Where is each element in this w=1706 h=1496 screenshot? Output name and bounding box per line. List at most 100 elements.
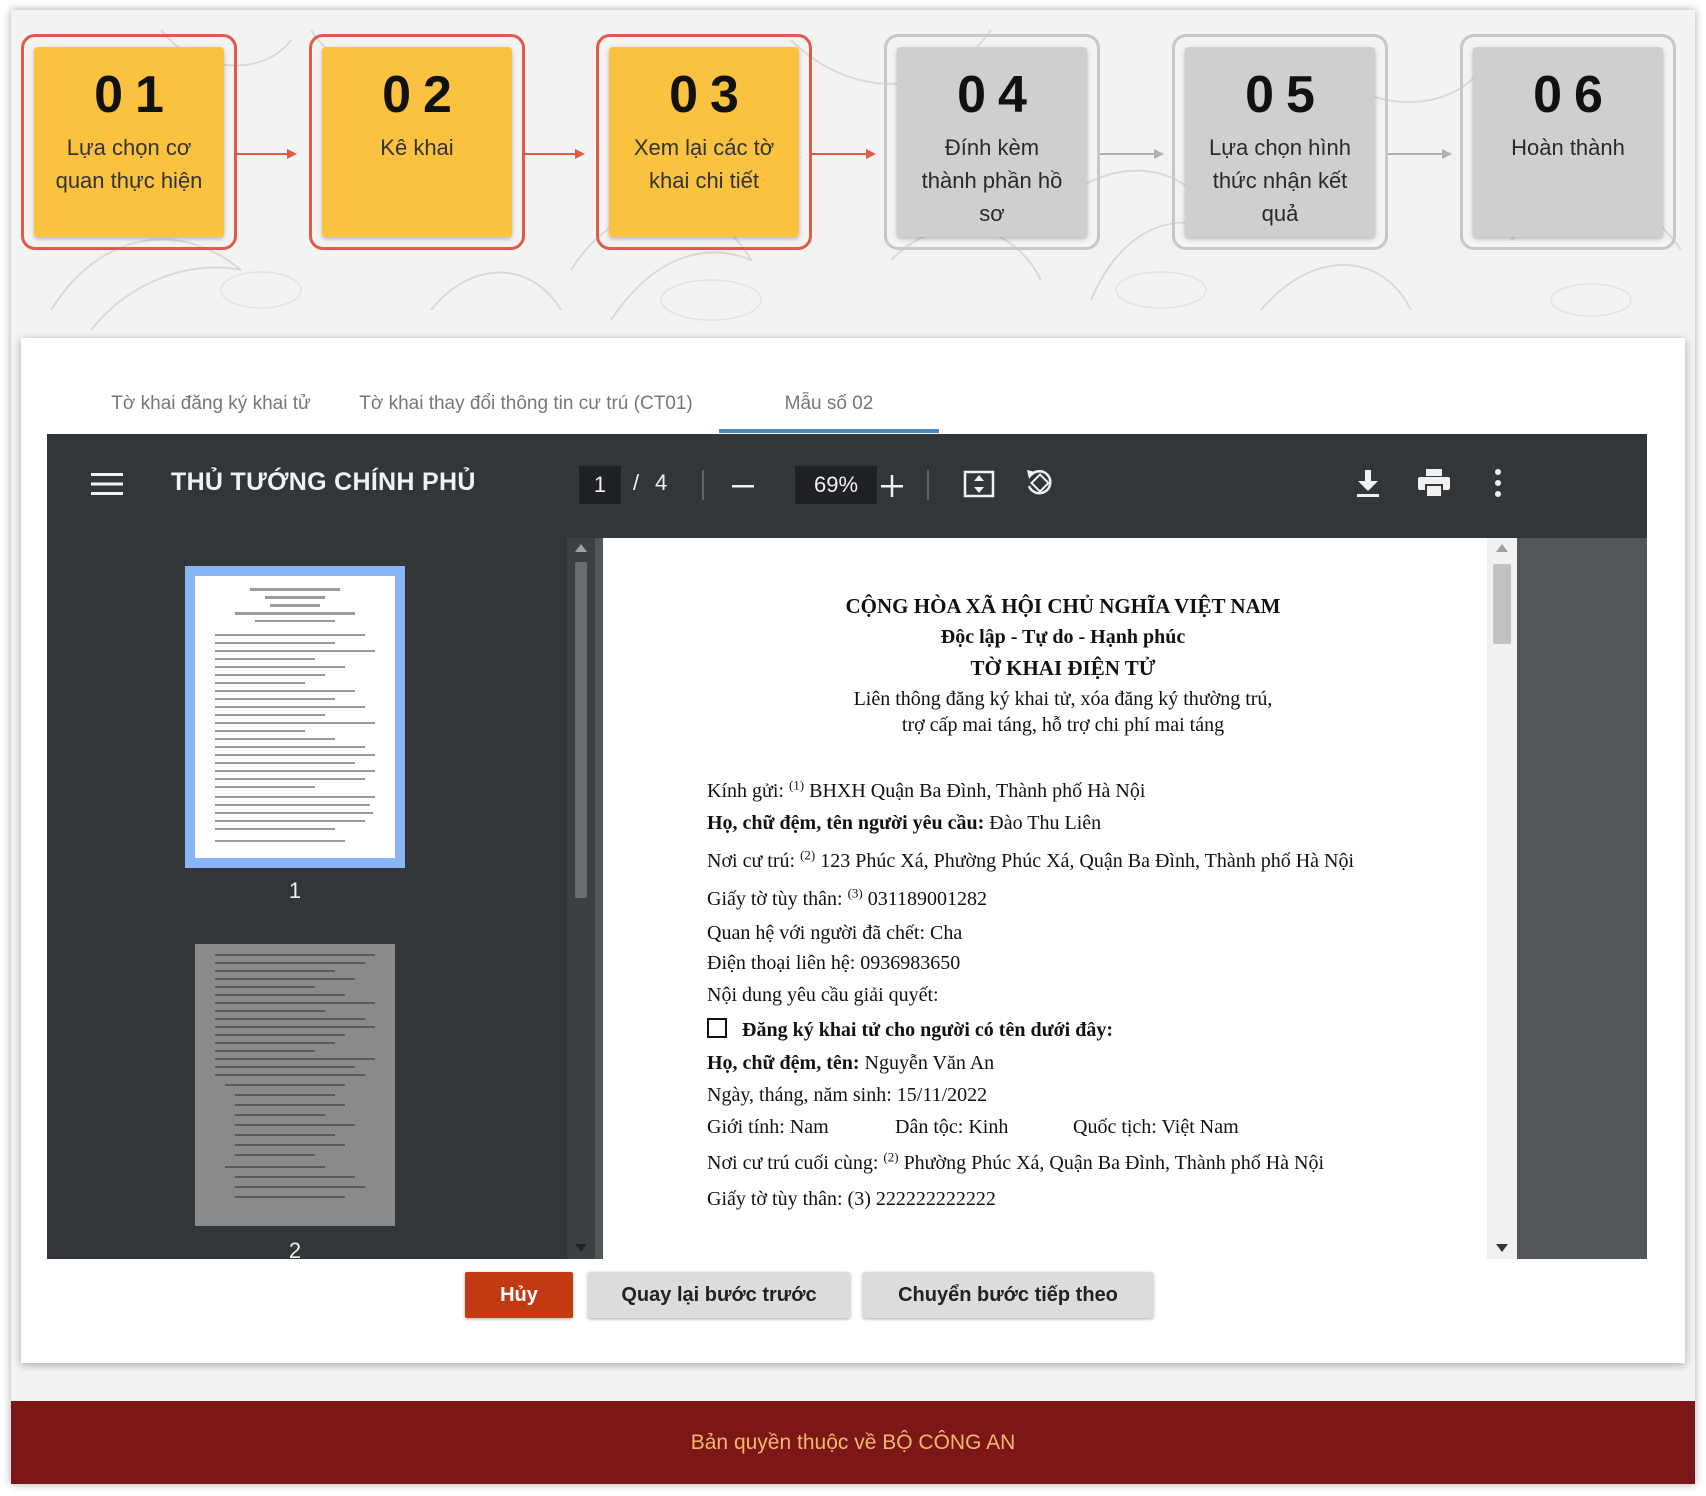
doc-subtitle-line2: trợ cấp mai táng, hỗ trợ chi phí mai tán…: [901, 714, 1225, 736]
requester-value: Đào Thu Liên: [989, 812, 1102, 834]
download-icon[interactable]: [1355, 468, 1381, 498]
gender-line: Giới tính: Nam: [707, 1116, 829, 1139]
toolbar-divider: [927, 470, 929, 500]
previous-step-button[interactable]: Quay lại bước trước: [588, 1272, 850, 1318]
cancel-button[interactable]: Hủy: [465, 1272, 573, 1318]
request-content-label: Nội dung yêu cầu giải quyết:: [707, 984, 939, 1006]
step-box: 04 Đính kèm thành phần hồ sơ: [897, 47, 1087, 237]
step-label: Đính kèm thành phần hồ sơ: [921, 135, 1063, 226]
scroll-down-icon[interactable]: [575, 1244, 587, 1252]
deceased-name-line: Họ, chữ đệm, tên: Nguyễn Văn An: [707, 1052, 994, 1075]
phone-value: 0936983650: [860, 952, 961, 974]
pdf-scrollbar[interactable]: [1487, 538, 1517, 1259]
recipient-label: Kính gửi:: [707, 780, 784, 802]
partial-line: Giấy tờ tùy thân: (3) 222222222222: [707, 1188, 996, 1210]
fit-page-icon[interactable]: [963, 468, 995, 500]
thumbnail-label: 1: [288, 878, 302, 903]
thumbnail-label: 2: [288, 1238, 302, 1259]
step-number: 04: [957, 66, 1039, 124]
deceased-name-label: Họ, chữ đệm, tên:: [707, 1052, 860, 1074]
thumbnail-page-2[interactable]: [195, 944, 395, 1226]
checkbox[interactable]: [707, 1018, 727, 1038]
app-frame: 01 Lựa chọn cơ quan thực hiện 02 Kê khai…: [11, 10, 1695, 1484]
pdf-viewer: THỦ TƯỚNG CHÍNH PHỦ 1 / 4 69% 1 2 CỘNG H…: [47, 434, 1647, 1259]
dob-line: Ngày, tháng, năm sinh: 15/11/2022: [707, 1084, 987, 1107]
scrollbar-thumb[interactable]: [1493, 564, 1511, 644]
step-box: 01 Lựa chọn cơ quan thực hiện: [34, 47, 224, 237]
scroll-up-icon[interactable]: [1496, 544, 1508, 552]
nationality-value: Việt Nam: [1161, 1116, 1239, 1138]
dob-value: 15/11/2022: [896, 1084, 988, 1106]
id-value: 031189001282: [867, 888, 987, 910]
step-number: 01: [94, 66, 176, 124]
form-card: Tờ khai đăng ký khai tử Tờ khai thay đổi…: [21, 338, 1685, 1363]
next-step-button[interactable]: Chuyển bước tiếp theo: [863, 1272, 1153, 1318]
rotate-icon[interactable]: [1023, 466, 1057, 500]
step-05[interactable]: 05 Lựa chọn hình thức nhận kết quả: [1172, 34, 1388, 250]
footnote-marker: (1): [788, 777, 805, 793]
tab-form-02[interactable]: Mẫu số 02: [719, 393, 939, 415]
step-number: 02: [382, 66, 464, 124]
footnote-marker: (2): [800, 847, 816, 863]
pdf-page: CỘNG HÒA XÃ HỘI CHỦ NGHĨA VIỆT NAM Độc l…: [603, 538, 1523, 1259]
phone-label: Điện thoại liên hệ:: [707, 952, 856, 974]
step-box: 06 Hoàn thành: [1473, 47, 1663, 237]
step-02[interactable]: 02 Kê khai: [309, 34, 525, 250]
pdf-toolbar: THỦ TƯỚNG CHÍNH PHỦ 1 / 4 69%: [47, 434, 1647, 538]
residence-label: Nơi cư trú:: [707, 850, 796, 872]
step-label: Xem lại các tờ khai chi tiết: [633, 135, 775, 193]
thumbnail-page-1[interactable]: [185, 566, 405, 868]
tab-death-registration[interactable]: Tờ khai đăng ký khai tử: [91, 393, 331, 415]
footnote-marker: (3): [847, 885, 863, 901]
zoom-out-icon[interactable]: [731, 474, 755, 498]
step-03[interactable]: 03 Xem lại các tờ khai chi tiết: [596, 34, 812, 250]
nationality-label: Quốc tịch:: [1073, 1116, 1157, 1138]
active-tab-indicator: [719, 429, 939, 433]
doc-header-country: CỘNG HÒA XÃ HỘI CHỦ NGHĨA VIỆT NAM: [845, 594, 1281, 618]
thumbnail-sidebar: 1 2: [47, 538, 567, 1259]
footer: Bản quyền thuộc về BỘ CÔNG AN: [11, 1401, 1695, 1484]
menu-icon[interactable]: [91, 472, 123, 496]
tab-residence-change-ct01[interactable]: Tờ khai thay đổi thông tin cư trú (CT01): [351, 393, 701, 415]
step-arrow-icon: [1100, 149, 1164, 159]
ethnicity-value: Kinh: [968, 1116, 1009, 1138]
deceased-name-value: Nguyễn Văn An: [864, 1052, 995, 1074]
step-04[interactable]: 04 Đính kèm thành phần hồ sơ: [884, 34, 1100, 250]
residence-line: Nơi cư trú: (2) 123 Phúc Xá, Phường Phúc…: [707, 847, 1354, 873]
step-box: 05 Lựa chọn hình thức nhận kết quả: [1185, 47, 1375, 237]
tab-bar: Tờ khai đăng ký khai tử Tờ khai thay đổi…: [21, 338, 1685, 434]
footnote-marker: (2): [883, 1149, 899, 1165]
gender-label: Giới tính:: [707, 1116, 785, 1138]
last-residence-label: Nơi cư trú cuối cùng:: [707, 1152, 879, 1174]
scroll-up-icon[interactable]: [575, 544, 587, 552]
step-06[interactable]: 06 Hoàn thành: [1460, 34, 1676, 250]
ethnicity-line: Dân tộc: Kinh: [895, 1116, 1008, 1139]
step-arrow-icon: [237, 149, 297, 159]
doc-subtitle-line1: Liên thông đăng ký khai tử, xóa đăng ký …: [853, 688, 1273, 710]
scroll-down-icon[interactable]: [1496, 1244, 1508, 1252]
step-number: 03: [669, 66, 751, 124]
relation-value: Cha: [930, 922, 963, 944]
step-box: 03 Xem lại các tờ khai chi tiết: [609, 47, 799, 237]
recipient-line: Kính gửi: (1) BHXH Quận Ba Đình, Thành p…: [707, 777, 1146, 803]
recipient-value: BHXH Quận Ba Đình, Thành phố Hà Nội: [809, 780, 1146, 802]
step-01[interactable]: 01 Lựa chọn cơ quan thực hiện: [21, 34, 237, 250]
scrollbar-thumb[interactable]: [575, 562, 587, 898]
page-number-input[interactable]: 1: [579, 466, 621, 504]
print-icon[interactable]: [1417, 468, 1451, 498]
step-number: 06: [1533, 66, 1615, 124]
zoom-level-input[interactable]: 69%: [795, 466, 877, 504]
zoom-in-icon[interactable]: [880, 474, 904, 498]
viewer-margin: [1517, 538, 1647, 1259]
sidebar-scrollbar[interactable]: [567, 538, 595, 1259]
last-residence-value: Phường Phúc Xá, Quận Ba Đình, Thành phố …: [903, 1152, 1325, 1174]
more-icon[interactable]: [1493, 468, 1503, 498]
id-label: Giấy tờ tùy thân:: [707, 888, 843, 910]
last-residence-line: Nơi cư trú cuối cùng: (2) Phường Phúc Xá…: [707, 1149, 1325, 1175]
doc-title: TỜ KHAI ĐIỆN TỬ: [970, 656, 1156, 680]
step-box: 02 Kê khai: [322, 47, 512, 237]
step-arrow-icon: [1388, 149, 1452, 159]
copyright-text: Bản quyền thuộc về BỘ CÔNG AN: [690, 1431, 1016, 1454]
requester-line: Họ, chữ đệm, tên người yêu cầu: Đào Thu …: [707, 812, 1101, 835]
page-total: 4: [655, 470, 668, 495]
